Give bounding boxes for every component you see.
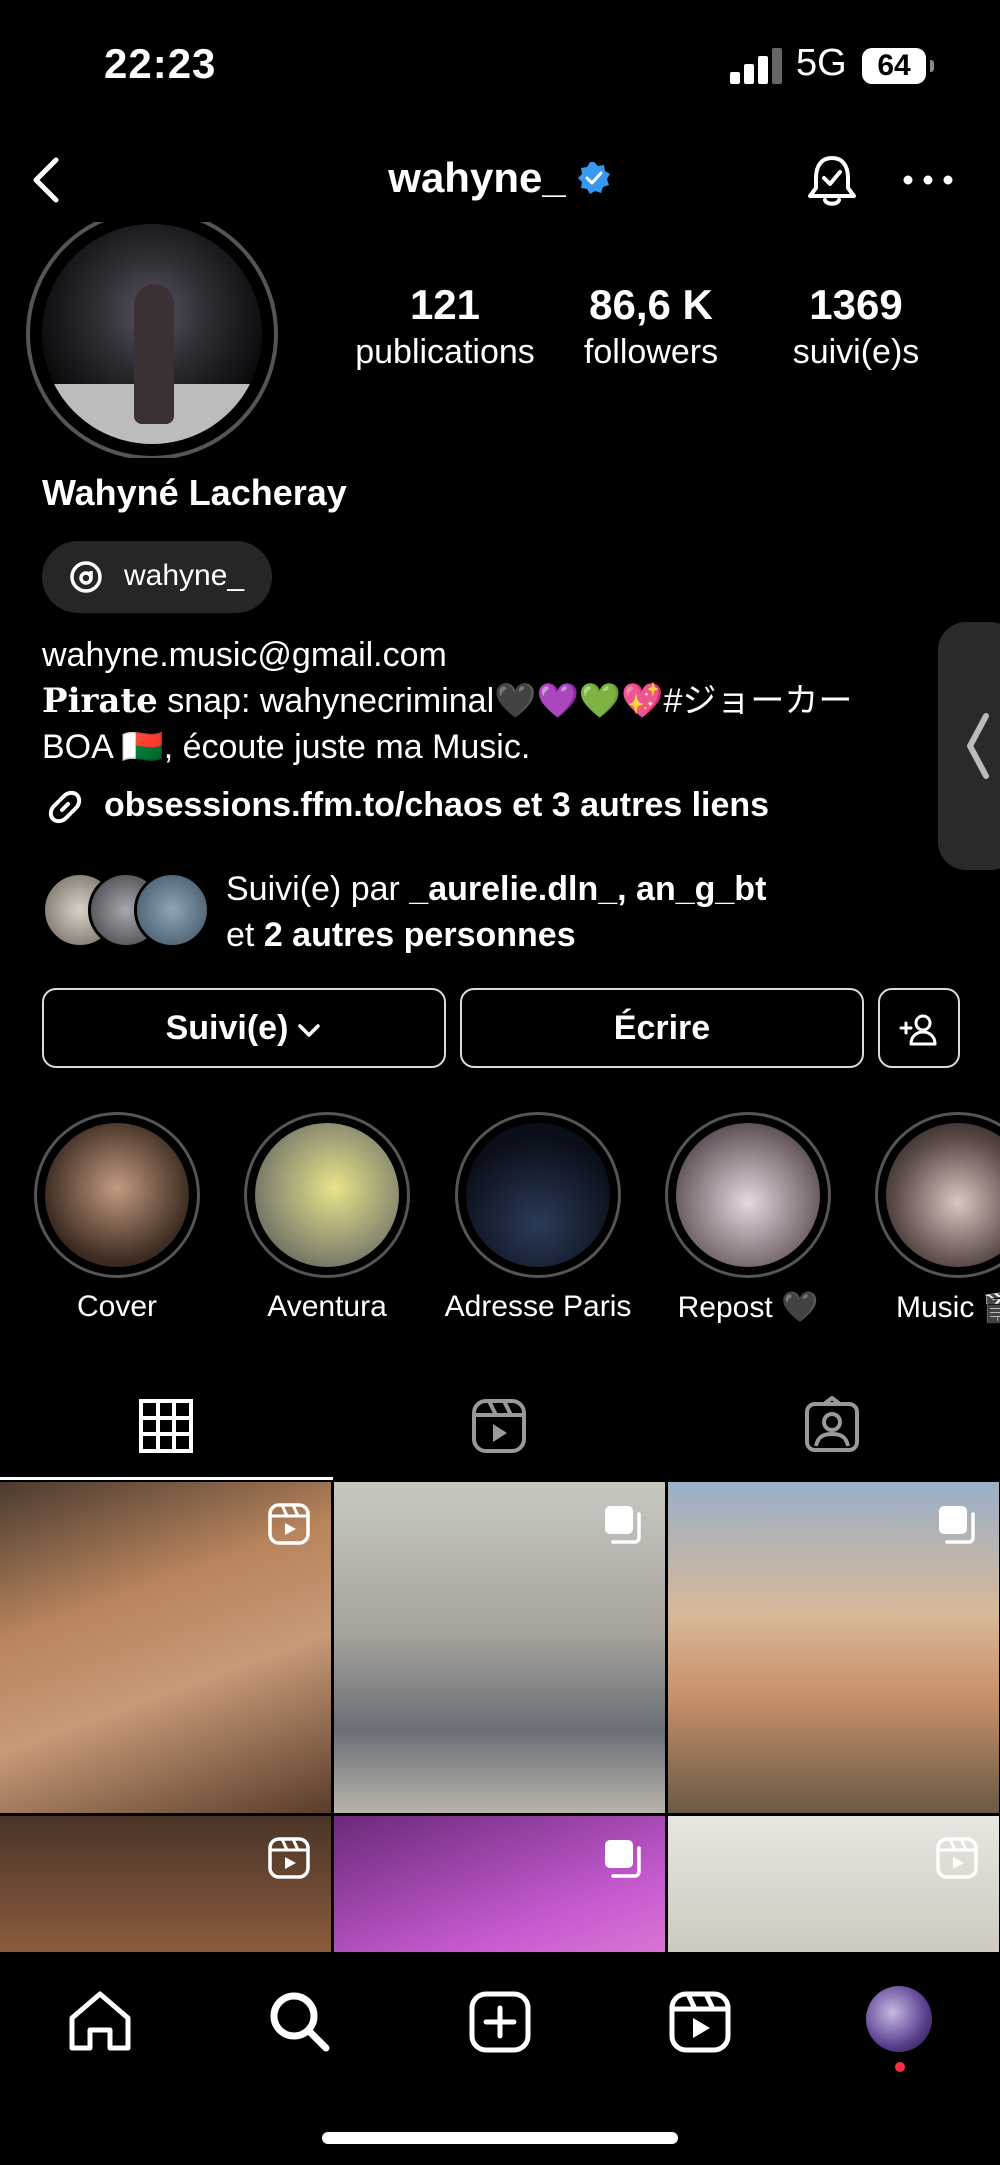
following-label: Suivi(e) bbox=[165, 1009, 289, 1047]
tagged-icon bbox=[805, 1396, 859, 1452]
verified-badge-icon bbox=[577, 162, 610, 194]
followed-by-text: Suivi(e) par _aurelie.dln_, an_g_bt et 2… bbox=[226, 866, 766, 958]
tab-posts[interactable] bbox=[0, 1372, 333, 1480]
stat-followers[interactable]: 86,6 K followers bbox=[551, 280, 751, 374]
profile-header: wahyne_ bbox=[0, 130, 1000, 230]
avatar bbox=[134, 872, 210, 948]
stat-label: publications bbox=[355, 333, 535, 371]
nav-create[interactable] bbox=[460, 1982, 540, 2062]
bio-snap-text: snap: wahynecriminal🖤💜💚💖#ジョーカー bbox=[157, 682, 853, 720]
home-indicator[interactable] bbox=[322, 2132, 678, 2144]
bio-pirate-text: Pirate bbox=[42, 681, 158, 721]
link-icon bbox=[48, 790, 82, 824]
stat-posts[interactable]: 121 publications bbox=[345, 280, 545, 374]
threads-badge[interactable]: wahyne_ bbox=[42, 541, 272, 613]
carousel-badge-icon bbox=[605, 1506, 641, 1544]
tab-tagged[interactable] bbox=[666, 1372, 999, 1480]
bio-line: Pirate snap: wahynecriminal🖤💜💚💖#ジョーカー bbox=[42, 678, 942, 724]
chevron-down-icon bbox=[298, 1024, 321, 1037]
bio-line-boa: BOA 🇲🇬, écoute juste ma Music. bbox=[42, 728, 531, 766]
nav-profile-avatar[interactable] bbox=[866, 1986, 932, 2052]
followed-others: 2 autres personnes bbox=[263, 916, 576, 954]
notification-dot bbox=[895, 2062, 905, 2072]
chevron-left-icon bbox=[967, 713, 989, 779]
nav-search[interactable] bbox=[260, 1982, 340, 2062]
reel-badge-icon bbox=[268, 1837, 310, 1879]
posts-grid bbox=[0, 1482, 1000, 1952]
bio-email[interactable]: wahyne.music@gmail.com bbox=[42, 632, 942, 678]
reel-badge-icon bbox=[936, 1837, 978, 1879]
signal-icon bbox=[730, 48, 784, 84]
post-thumbnail[interactable] bbox=[0, 1482, 331, 1813]
status-bar: 22:23 5G 64 bbox=[0, 0, 1000, 130]
post-thumbnail[interactable] bbox=[668, 1482, 999, 1813]
stat-label: followers bbox=[583, 333, 719, 371]
reel-badge-icon bbox=[268, 1503, 310, 1545]
stat-value: 86,6 K bbox=[589, 281, 713, 328]
bell-icon bbox=[808, 156, 856, 206]
threads-handle: wahyne_ bbox=[124, 559, 245, 592]
stat-following[interactable]: 1369 suivi(e)s bbox=[756, 280, 956, 374]
carousel-badge-icon bbox=[605, 1840, 641, 1878]
highlight-label: Aventura bbox=[267, 1290, 387, 1323]
network-label: 5G bbox=[796, 42, 847, 84]
message-button[interactable]: Écrire bbox=[460, 988, 864, 1068]
add-person-icon bbox=[899, 1014, 937, 1046]
link-text: obsessions.ffm.to/chaos et 3 autres lien… bbox=[104, 786, 770, 824]
post-thumbnail[interactable] bbox=[334, 1482, 665, 1813]
reels-icon bbox=[472, 1399, 526, 1453]
stat-value: 1369 bbox=[809, 281, 903, 328]
notifications-button[interactable] bbox=[800, 148, 864, 212]
side-panel-handle[interactable] bbox=[938, 622, 1000, 870]
profile-username: wahyne_ bbox=[388, 154, 566, 201]
highlight-aventura[interactable]: Aventura bbox=[232, 1112, 422, 1324]
post-thumbnail[interactable] bbox=[0, 1816, 331, 1952]
highlight-music[interactable]: Music 🎬 bbox=[863, 1112, 1000, 1325]
reels-icon bbox=[669, 1991, 731, 2053]
nav-reels[interactable] bbox=[660, 1982, 740, 2062]
mutual-avatars bbox=[42, 872, 212, 948]
profile-bio: wahyne.music@gmail.com Pirate snap: wahy… bbox=[42, 632, 942, 770]
highlight-label: Music 🎬 bbox=[895, 1291, 1000, 1324]
profile-avatar[interactable] bbox=[26, 222, 278, 458]
stat-label: suivi(e)s bbox=[792, 333, 920, 371]
highlight-label: Cover bbox=[76, 1290, 158, 1323]
stat-value: 121 bbox=[409, 281, 481, 328]
highlight-cover[interactable]: Cover bbox=[22, 1112, 212, 1324]
followed-by[interactable]: Suivi(e) par _aurelie.dln_, an_g_bt et 2… bbox=[42, 866, 942, 966]
post-thumbnail[interactable] bbox=[334, 1816, 665, 1952]
status-time: 22:23 bbox=[104, 40, 217, 87]
more-options-button[interactable] bbox=[900, 160, 956, 200]
profile-full-name: Wahyné Lacheray bbox=[42, 472, 347, 513]
profile-actions: Suivi(e) Écrire bbox=[42, 988, 960, 1068]
create-icon bbox=[469, 1991, 531, 2053]
avatar-image bbox=[42, 224, 262, 444]
profile-links[interactable]: obsessions.ffm.to/chaos et 3 autres lien… bbox=[42, 782, 942, 832]
following-button[interactable]: Suivi(e) bbox=[42, 988, 446, 1068]
suggested-users-button[interactable] bbox=[878, 988, 960, 1068]
battery-icon: 64 bbox=[862, 48, 934, 84]
post-thumbnail[interactable] bbox=[668, 1816, 999, 1952]
highlight-repost[interactable]: Repost 🖤 bbox=[653, 1112, 843, 1325]
tab-reels[interactable] bbox=[333, 1372, 666, 1480]
nav-home[interactable] bbox=[60, 1982, 140, 2062]
threads-icon bbox=[70, 561, 102, 593]
bottom-navigation bbox=[0, 1952, 1000, 2165]
grid-icon bbox=[139, 1399, 193, 1453]
followed-line2-prefix: et bbox=[226, 916, 264, 954]
search-icon bbox=[270, 1992, 330, 2052]
highlight-adresse-paris[interactable]: Adresse Paris bbox=[443, 1112, 633, 1324]
more-dots-icon bbox=[903, 175, 953, 185]
carousel-badge-icon bbox=[939, 1506, 975, 1544]
profile-tabs bbox=[0, 1372, 1000, 1480]
highlight-label: Repost 🖤 bbox=[677, 1291, 819, 1324]
home-icon bbox=[69, 1991, 131, 2051]
story-highlights: Cover Aventura Adresse Paris Repost 🖤 Mu… bbox=[0, 1112, 1000, 1332]
highlight-label: Adresse Paris bbox=[444, 1290, 632, 1323]
profile-stats: 121 publications 86,6 K followers 1369 s… bbox=[340, 280, 980, 380]
followed-prefix: Suivi(e) par bbox=[226, 870, 410, 908]
followed-users: _aurelie.dln_, an_g_bt bbox=[409, 870, 767, 908]
